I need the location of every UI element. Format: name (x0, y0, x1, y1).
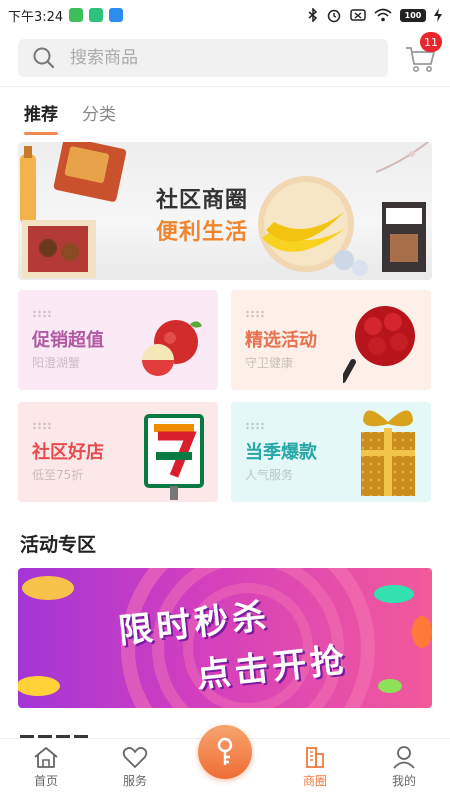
card-activity[interactable]: 精选活动 守卫健康 (231, 290, 431, 390)
status-time: 下午3:24 (8, 9, 64, 25)
dots-decoration (32, 310, 52, 318)
search-icon (33, 47, 55, 69)
card-good-store[interactable]: 社区好店 低至75折 (18, 402, 218, 502)
card-title: 当季爆款 (245, 442, 317, 463)
nav-service-label: 服务 (122, 774, 147, 788)
banner-subtitle: 便利生活 (156, 220, 249, 245)
home-icon (34, 747, 58, 768)
cart-badge: 11 (420, 32, 442, 52)
heart-icon (122, 747, 148, 768)
banner-title: 社区商圈 (156, 188, 249, 213)
card-title: 精选活动 (245, 330, 317, 351)
card-title: 促销超值 (32, 330, 104, 351)
file-app-icon (109, 8, 124, 22)
card-title: 社区好店 (32, 442, 104, 463)
tab-category[interactable]: 分类 (82, 100, 116, 135)
dots-decoration (32, 422, 52, 430)
user-icon (393, 746, 415, 769)
card-promotion[interactable]: 促销超值 阳澄湖蟹 (18, 290, 218, 390)
key-icon (217, 737, 233, 765)
snacks-image (20, 142, 127, 278)
nav-business-circle[interactable]: 商圈 (275, 745, 355, 789)
card-seasonal-hit[interactable]: 当季爆款 人气服务 (231, 402, 431, 502)
dots-decoration (245, 422, 265, 430)
flash-sale-banner[interactable]: 限时秒杀 点击开抢 (18, 568, 432, 708)
rose-bouquet-image (343, 306, 415, 383)
search-input[interactable] (70, 48, 350, 68)
building-icon (306, 747, 324, 768)
bottom-nav: 首页 服务 商圈 我的 (0, 725, 450, 800)
nav-home-label: 首页 (33, 774, 58, 788)
nav-business-circle-label: 商圈 (302, 774, 327, 788)
nav-profile-label: 我的 (391, 774, 416, 788)
wechat-app-icon (69, 8, 84, 22)
sim-icon (350, 9, 366, 21)
status-bar: 下午3:24 100 (0, 0, 450, 30)
tab-bar: 推荐 分类 (24, 100, 116, 135)
card-subtitle: 低至75折 (32, 468, 84, 482)
nav-key-button[interactable] (198, 725, 252, 779)
tab-recommend[interactable]: 推荐 (24, 100, 58, 135)
bluetooth-icon (308, 8, 318, 22)
nav-profile[interactable]: 我的 (364, 745, 444, 789)
alarm-icon (327, 9, 341, 23)
search-box[interactable] (18, 39, 388, 77)
apple-image (142, 320, 202, 376)
battery-indicator: 100 (400, 8, 426, 22)
card-subtitle: 人气服务 (245, 468, 294, 482)
banana-plate-image (258, 176, 368, 276)
gift-box-image (361, 410, 415, 496)
cookie-box-image (375, 142, 429, 272)
card-subtitle: 阳澄湖蟹 (32, 356, 81, 370)
dots-decoration (245, 310, 265, 318)
nav-service[interactable]: 服务 (95, 745, 175, 789)
header-divider (0, 86, 450, 87)
section-title: 活动专区 (20, 534, 97, 556)
seven-eleven-logo-image (144, 414, 204, 500)
nav-home[interactable]: 首页 (6, 745, 86, 789)
card-subtitle: 守卫健康 (245, 356, 294, 370)
hero-banner[interactable]: 社区商圈 便利生活 (18, 142, 432, 280)
shield-app-icon (89, 8, 104, 22)
charging-icon (434, 8, 442, 22)
search-row: 11 (0, 32, 450, 78)
wifi-icon (374, 8, 392, 22)
